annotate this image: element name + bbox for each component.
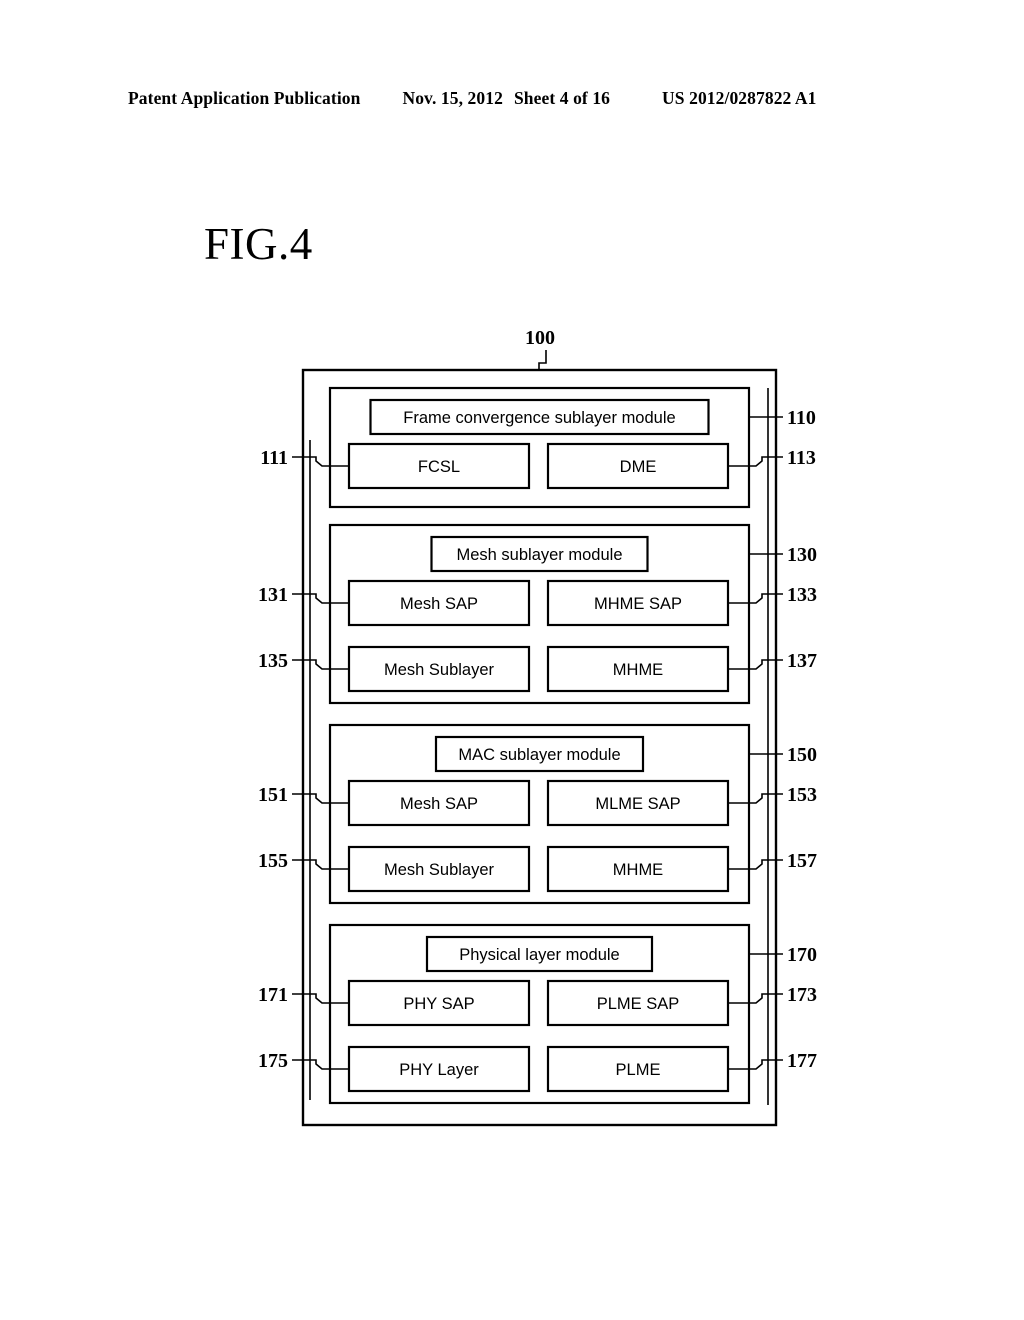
sub-box-label-3-1-right: PLME [616, 1061, 661, 1079]
module-title-label-0: Frame convergence sublayer module [403, 409, 675, 427]
sub-ref-label-3-1-left: 175 [258, 1050, 288, 1072]
sub-ref-leader-3-1-left [292, 1059, 349, 1070]
sub-ref-leader-0-0-right [728, 456, 783, 467]
sub-box-label-1-0-right: MHME SAP [594, 595, 682, 613]
sub-ref-leader-1-1-left [292, 659, 349, 670]
sub-ref-leader-2-1-right [728, 859, 783, 870]
sub-ref-leader-1-0-left [292, 593, 349, 604]
module-ref-label-1: 130 [787, 544, 817, 566]
sub-ref-label-1-1-right: 137 [787, 650, 817, 672]
module-title-label-1: Mesh sublayer module [457, 546, 623, 564]
sub-ref-label-1-0-left: 131 [258, 584, 288, 606]
sub-box-label-1-1-right: MHME [613, 661, 663, 679]
figure-svg: 100 Frame convergence sublayer module 110 F… [258, 327, 817, 1127]
sub-ref-leader-2-0-left [292, 793, 349, 804]
sub-ref-leader-2-1-left [292, 859, 349, 870]
sub-box-label-1-0-left: Mesh SAP [400, 595, 478, 613]
sub-ref-leader-3-0-left [292, 993, 349, 1004]
sub-ref-leader-3-0-right [728, 993, 783, 1004]
sub-ref-label-1-1-left: 135 [258, 650, 288, 672]
sub-box-label-3-0-right: PLME SAP [597, 995, 680, 1013]
sub-ref-label-3-0-left: 171 [258, 984, 288, 1006]
sub-ref-label-1-0-right: 133 [787, 584, 817, 606]
system-ref-leader [538, 350, 547, 370]
sub-box-label-2-1-left: Mesh Sublayer [384, 861, 495, 879]
module-title-label-2: MAC sublayer module [458, 746, 620, 764]
module-ref-label-2: 150 [787, 744, 817, 766]
sub-ref-label-2-0-right: 153 [787, 784, 817, 806]
sub-ref-label-2-1-right: 157 [787, 850, 817, 872]
sub-box-label-1-1-left: Mesh Sublayer [384, 661, 495, 679]
sub-box-label-2-1-right: MHME [613, 861, 663, 879]
system-ref-label: 100 [525, 327, 555, 349]
module-ref-label-0: 110 [787, 407, 816, 429]
module-ref-label-3: 170 [787, 944, 817, 966]
sub-box-label-0-0-right: DME [620, 458, 657, 476]
sub-box-label-3-0-left: PHY SAP [403, 995, 474, 1013]
sub-box-label-2-0-left: Mesh SAP [400, 795, 478, 813]
sub-box-label-0-0-left: FCSL [418, 458, 460, 476]
sub-ref-label-3-0-right: 173 [787, 984, 817, 1006]
sub-ref-label-0-0-right: 113 [787, 447, 816, 469]
module-title-label-3: Physical layer module [459, 946, 620, 964]
sub-ref-label-2-1-left: 155 [258, 850, 288, 872]
sub-box-label-3-1-left: PHY Layer [399, 1061, 479, 1079]
sub-ref-leader-0-0-left [292, 456, 349, 467]
sub-ref-label-0-0-left: 111 [260, 447, 288, 469]
sub-ref-leader-2-0-right [728, 793, 783, 804]
sub-ref-leader-3-1-right [728, 1059, 783, 1070]
sub-ref-leader-1-0-right [728, 593, 783, 604]
sub-ref-label-2-0-left: 151 [258, 784, 288, 806]
sub-ref-label-3-1-right: 177 [787, 1050, 817, 1072]
sub-box-label-2-0-right: MLME SAP [595, 795, 680, 813]
sub-ref-leader-1-1-right [728, 659, 783, 670]
figure-diagram: 100 Frame convergence sublayer module 110 F… [0, 0, 1024, 1320]
